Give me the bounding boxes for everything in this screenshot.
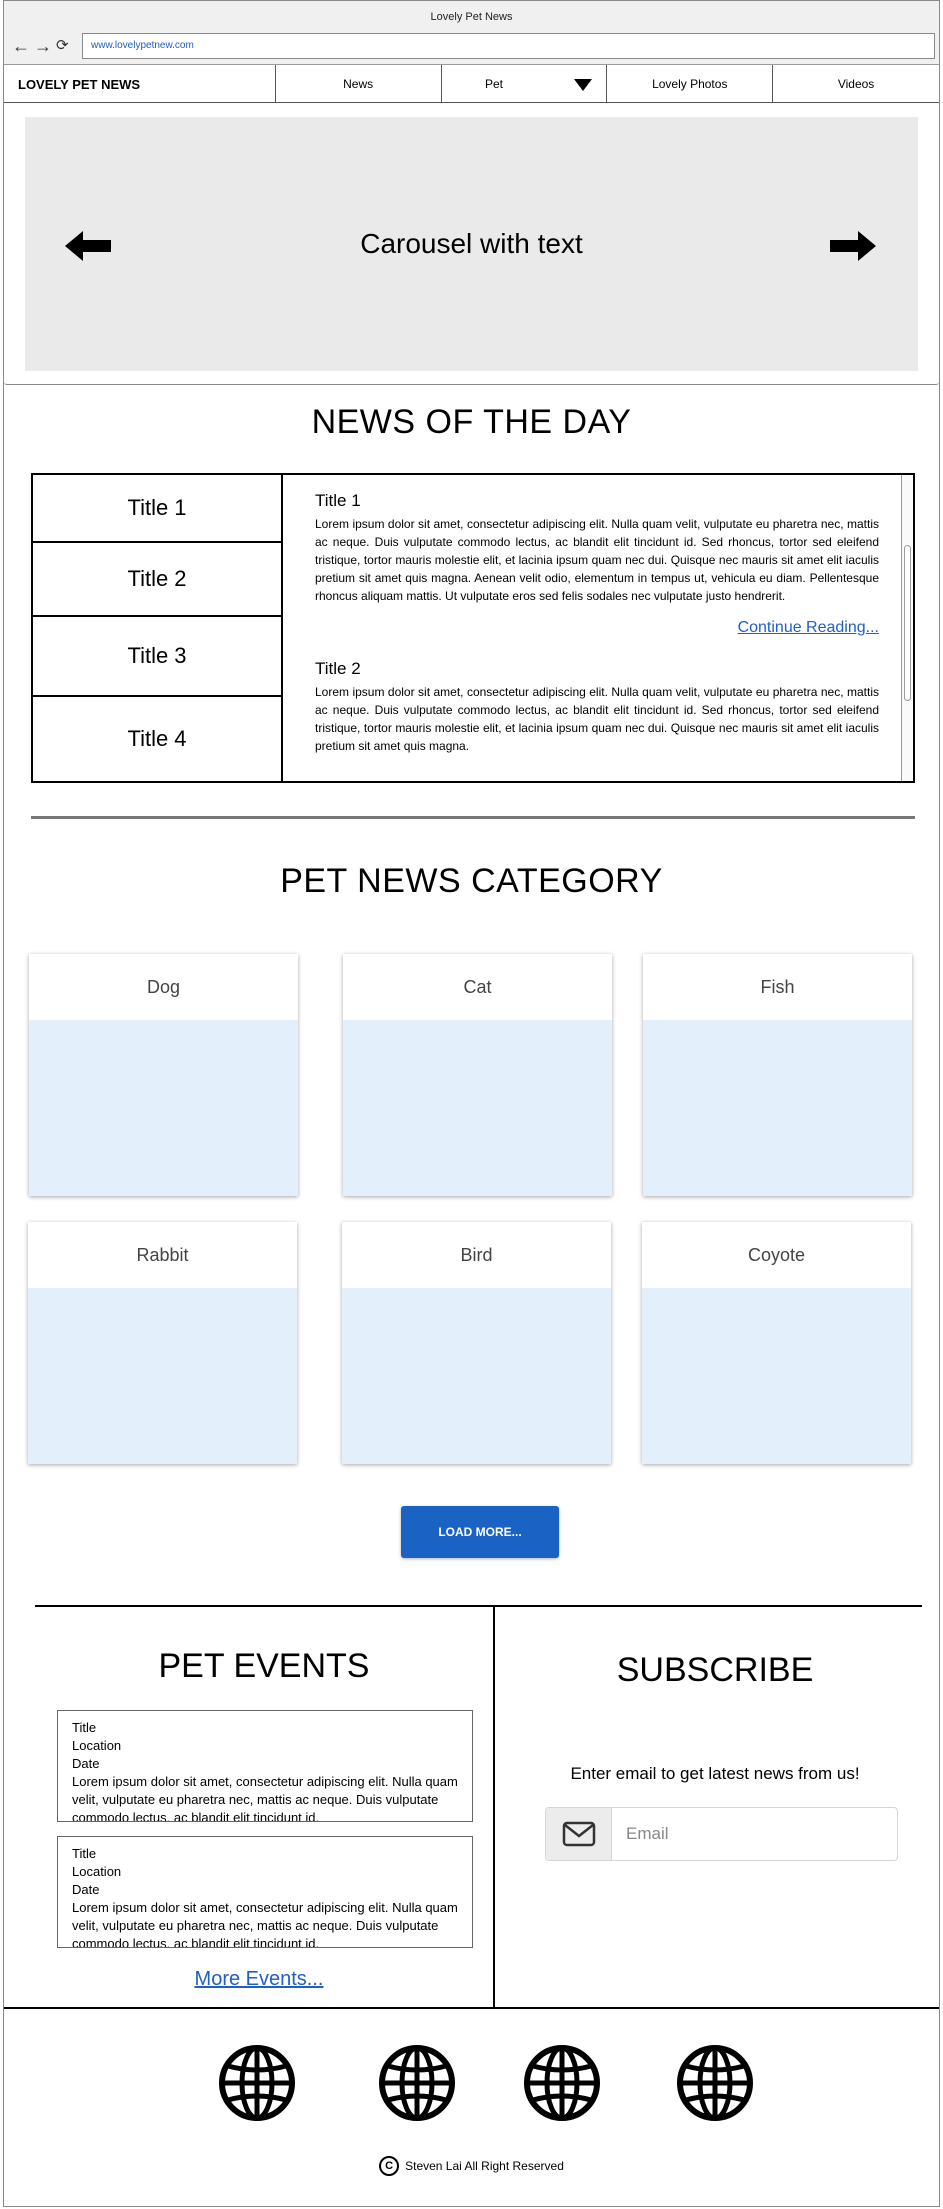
event-location: Location — [72, 1864, 122, 1879]
nav-item-label: News — [343, 77, 374, 91]
news-article: Title 2 Lorem ipsum dolor sit amet, cons… — [315, 659, 879, 755]
category-card-cat[interactable]: Cat — [343, 954, 612, 1196]
caret-down-icon — [574, 79, 593, 91]
carousel: Carousel with text — [25, 117, 918, 371]
globe-icon[interactable] — [378, 2044, 456, 2122]
event-title: Title — [72, 1846, 97, 1861]
event-date: Date — [72, 1882, 100, 1897]
section-divider — [31, 816, 915, 819]
article-body: Lorem ipsum dolor sit amet, consectetur … — [315, 685, 879, 753]
nav-item-videos[interactable]: Videos — [773, 65, 939, 103]
event-card[interactable]: Title Location Date Lorem ipsum dolor si… — [57, 1710, 473, 1822]
email-field[interactable] — [612, 1808, 897, 1860]
top-navigation: LOVELY PET NEWS News Pet Lovely Photos V… — [4, 65, 939, 103]
category-image-placeholder — [28, 1288, 297, 1464]
category-image-placeholder — [643, 1020, 912, 1196]
event-body: Lorem ipsum dolor sit amet, consectetur … — [72, 1900, 458, 1948]
category-card-fish[interactable]: Fish — [643, 954, 912, 1196]
category-label: Cat — [463, 976, 492, 997]
copyright-text: Steven Lai All Right Reserved — [405, 2159, 564, 2173]
news-tab-1[interactable]: Title 1 — [33, 475, 281, 543]
section-divider — [35, 1605, 922, 1607]
nav-item-news[interactable]: News — [276, 65, 442, 103]
globe-icon[interactable] — [676, 2044, 754, 2122]
news-of-day-panel: Title 1 Title 2 Title 3 Title 4 Title 1 … — [31, 473, 915, 783]
category-card-bird[interactable]: Bird — [342, 1222, 611, 1464]
news-tab-list: Title 1 Title 2 Title 3 Title 4 — [33, 475, 283, 781]
news-article-list[interactable]: Title 1 Lorem ipsum dolor sit amet, cons… — [285, 475, 913, 781]
category-image-placeholder — [343, 1020, 612, 1196]
globe-icon[interactable] — [523, 2044, 601, 2122]
reload-icon[interactable]: ⟳ — [56, 37, 69, 55]
event-body: Lorem ipsum dolor sit amet, consectetur … — [72, 1774, 458, 1822]
category-card-dog[interactable]: Dog — [29, 954, 298, 1196]
subscribe-heading: SUBSCRIBE — [616, 1651, 814, 1689]
category-image-placeholder — [342, 1288, 611, 1464]
load-more-button[interactable]: LOAD MORE... — [401, 1506, 559, 1558]
pet-news-category-heading: PET NEWS CATEGORY — [280, 862, 663, 900]
category-image-placeholder — [642, 1288, 911, 1464]
nav-item-label: Pet — [484, 77, 503, 91]
category-card-coyote[interactable]: Coyote — [642, 1222, 911, 1464]
category-label: Coyote — [747, 1244, 806, 1265]
url-bar[interactable]: www.lovelypetnew.com — [82, 33, 935, 59]
event-card[interactable]: Title Location Date Lorem ipsum dolor si… — [57, 1836, 473, 1948]
event-location: Location — [72, 1738, 122, 1753]
continue-reading-link[interactable]: Continue Reading... — [315, 619, 879, 637]
news-tab-3[interactable]: Title 3 — [33, 617, 281, 697]
news-tab-2[interactable]: Title 2 — [33, 543, 281, 617]
arrow-right-icon[interactable] — [830, 231, 876, 261]
article-body: Lorem ipsum dolor sit amet, consectetur … — [315, 517, 879, 603]
footer-divider — [4, 2007, 939, 2009]
nav-item-label: Lovely Photos — [652, 77, 728, 91]
envelope-icon — [546, 1808, 612, 1860]
news-scrollbar[interactable] — [901, 475, 913, 781]
event-title: Title — [72, 1720, 97, 1735]
arrow-left-icon[interactable] — [65, 231, 111, 261]
news-of-day-heading: NEWS OF THE DAY — [311, 403, 632, 441]
category-image-placeholder — [29, 1020, 298, 1196]
site-brand[interactable]: LOVELY PET NEWS — [4, 65, 276, 103]
page-frame: Lovely Pet News ← → ⟳ www.lovelypetnew.c… — [3, 0, 940, 2207]
carousel-section: Carousel with text — [4, 103, 939, 385]
article-title: Title 2 — [315, 659, 361, 678]
category-card-rabbit[interactable]: Rabbit — [28, 1222, 297, 1464]
nav-item-label: Videos — [837, 77, 875, 91]
news-tab-4[interactable]: Title 4 — [33, 697, 281, 781]
email-input-group — [545, 1807, 898, 1861]
copyright-icon: C — [379, 2156, 400, 2176]
scrollbar-thumb[interactable] — [904, 545, 911, 701]
back-arrow-icon[interactable]: ← — [12, 37, 30, 55]
category-label: Bird — [460, 1244, 493, 1265]
forward-arrow-icon[interactable]: → — [34, 37, 52, 55]
category-label: Rabbit — [136, 1244, 189, 1265]
nav-item-pet-dropdown[interactable]: Pet — [442, 65, 608, 103]
globe-icon[interactable] — [218, 2044, 296, 2122]
category-label: Fish — [760, 976, 795, 997]
copyright-notice: C Steven Lai All Right Reserved — [4, 2156, 939, 2176]
window-title: Lovely Pet News — [430, 11, 513, 23]
more-events-link[interactable]: More Events... — [4, 1968, 514, 1991]
event-date: Date — [72, 1756, 100, 1771]
news-article: Title 1 Lorem ipsum dolor sit amet, cons… — [315, 491, 879, 637]
browser-chrome: Lovely Pet News ← → ⟳ www.lovelypetnew.c… — [4, 1, 939, 65]
nav-item-lovely-photos[interactable]: Lovely Photos — [607, 65, 774, 103]
subscribe-description: Enter email to get latest news from us! — [570, 1764, 860, 1783]
category-label: Dog — [146, 976, 181, 997]
pet-events-heading: PET EVENTS — [158, 1647, 370, 1685]
browser-nav-buttons: ← → ⟳ — [12, 37, 69, 55]
carousel-text: Carousel with text — [360, 228, 583, 259]
article-title: Title 1 — [315, 491, 361, 510]
